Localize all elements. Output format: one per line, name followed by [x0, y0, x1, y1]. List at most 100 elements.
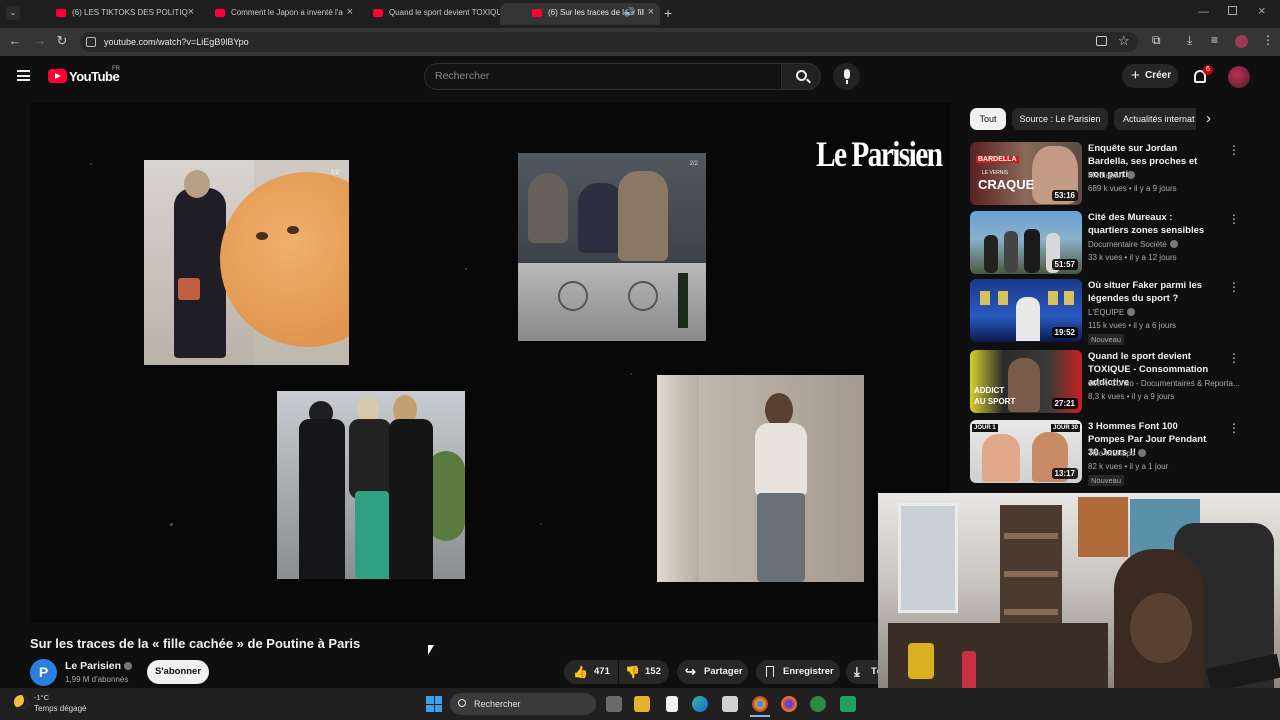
- thumbnail-text: JOUR 1: [972, 424, 998, 432]
- recommendation-meta: 115 k vues • il y a 6 jours: [1088, 321, 1177, 330]
- recommendation-item[interactable]: JOUR 1 JOUR 30 13:17 3 Hommes Font 100 P…: [970, 420, 1250, 486]
- duration-badge: 53:16: [1051, 190, 1078, 201]
- youtube-logo[interactable]: YouTube FR: [48, 66, 128, 86]
- media-control-icon[interactable]: ≡: [1211, 33, 1218, 47]
- recommendation-title[interactable]: Cité des Mureaux : quartiers zones sensi…: [1088, 211, 1213, 237]
- share-icon: ↪: [685, 664, 696, 679]
- video-thumbnail[interactable]: JOUR 1 JOUR 30 13:17: [970, 420, 1082, 483]
- download-button[interactable]: ⤓ Té: [846, 660, 878, 684]
- video-player[interactable]: 1/2 2/2 Le Parisien: [30, 103, 950, 623]
- like-button[interactable]: 👍 471: [564, 660, 618, 684]
- maximize-icon[interactable]: [1228, 6, 1237, 15]
- share-button[interactable]: ↪ Partager: [677, 660, 748, 684]
- chip-source[interactable]: Source : Le Parisien: [1012, 108, 1108, 130]
- firefox-icon[interactable]: [781, 696, 797, 712]
- chip-all[interactable]: Tout: [970, 108, 1006, 130]
- reload-icon[interactable]: ↻: [53, 33, 71, 49]
- video-still-photo-1: 1/2: [144, 160, 349, 365]
- notepad-icon[interactable]: [666, 696, 678, 712]
- task-view-icon[interactable]: [606, 696, 622, 712]
- url-text[interactable]: youtube.com/watch?v=LiEgB9lBYpo: [104, 37, 249, 47]
- recommendation-channel[interactable]: Documentaire Société: [1088, 240, 1178, 249]
- search-button[interactable]: [781, 63, 821, 90]
- channel-name[interactable]: Le Parisien: [65, 660, 133, 672]
- weather-widget[interactable]: -1°C Temps dégagé: [12, 692, 122, 716]
- subscribe-button[interactable]: S'abonner: [147, 660, 209, 684]
- notifications-button[interactable]: 6: [1191, 65, 1213, 87]
- more-options-icon[interactable]: ⋮: [1228, 143, 1240, 157]
- store-icon[interactable]: [722, 696, 738, 712]
- video-thumbnail[interactable]: ADDICT AU SPORT 27:21: [970, 350, 1082, 413]
- create-button[interactable]: + Créer: [1122, 64, 1178, 88]
- recommendation-meta: 689 k vues • il y a 9 jours: [1088, 184, 1177, 193]
- bookmark-star-icon[interactable]: ☆: [1118, 33, 1130, 49]
- video-thumbnail[interactable]: 19:52: [970, 279, 1082, 342]
- dislike-button[interactable]: 👎 152: [619, 660, 669, 684]
- recommendation-item[interactable]: 19:52 Où situer Faker parmi les légendes…: [970, 279, 1250, 345]
- account-avatar[interactable]: [1228, 66, 1250, 88]
- video-thumbnail[interactable]: BARDELLA LE VERNIS CRAQUE 53:16: [970, 142, 1082, 205]
- photo-counter: 1/2: [330, 170, 339, 176]
- forward-icon[interactable]: →: [31, 33, 49, 48]
- search-input[interactable]: Rechercher: [424, 63, 782, 90]
- recommendation-item[interactable]: 51:57 Cité des Mureaux : quartiers zones…: [970, 211, 1250, 275]
- more-options-icon[interactable]: ⋮: [1228, 421, 1240, 435]
- recommendation-channel[interactable]: Tibo InShape: [1088, 449, 1147, 458]
- share-label: Partager: [704, 666, 743, 677]
- extensions-icon[interactable]: ⧉: [1152, 33, 1161, 48]
- more-options-icon[interactable]: ⋮: [1228, 280, 1240, 294]
- voice-search-button[interactable]: [833, 63, 860, 90]
- edge-icon[interactable]: [692, 696, 708, 712]
- install-app-icon[interactable]: [1096, 36, 1107, 46]
- speaker-icon[interactable]: 🔊: [624, 7, 635, 18]
- app-icon[interactable]: [810, 696, 826, 712]
- app-icon[interactable]: [840, 696, 856, 712]
- close-icon[interactable]: ×: [648, 6, 654, 18]
- recommendation-channel[interactable]: 100% Conso - Documentaires & Reporta...: [1088, 379, 1240, 388]
- browser-tab-2[interactable]: Comment le Japon a inventé l'a ×: [183, 3, 359, 25]
- new-tab-button[interactable]: +: [664, 5, 672, 21]
- profile-avatar[interactable]: [1235, 35, 1248, 48]
- browser-menu-icon[interactable]: ⋮: [1262, 33, 1274, 47]
- minimize-icon[interactable]: —: [1198, 6, 1209, 18]
- channel-avatar[interactable]: P: [30, 659, 57, 686]
- chrome-icon[interactable]: [752, 696, 768, 712]
- close-window-icon[interactable]: ×: [1258, 3, 1266, 18]
- browser-tab-1[interactable]: (6) LES TIKTOKS DES POLITIQUE ×: [24, 3, 200, 25]
- mic-icon: [844, 69, 850, 79]
- browser-tab-3[interactable]: Quand le sport devient TOXIQU ×: [341, 3, 517, 25]
- chevron-right-icon[interactable]: ›: [1206, 110, 1211, 127]
- video-still-photo-2: 2/2: [518, 153, 706, 341]
- site-info-icon[interactable]: [86, 37, 96, 47]
- download-label: Té: [871, 666, 878, 677]
- photo-counter: 2/2: [689, 161, 698, 167]
- subscriber-count: 1,99 M d'abonnés: [65, 675, 129, 684]
- tab-search-button[interactable]: ⌄: [6, 6, 20, 20]
- menu-icon[interactable]: [17, 70, 30, 81]
- windows-start-icon[interactable]: [426, 696, 442, 712]
- recommendation-title[interactable]: Où situer Faker parmi les légendes du sp…: [1088, 279, 1213, 305]
- le-parisien-watermark: Le Parisien: [816, 134, 943, 174]
- new-badge: Nouveau: [1088, 475, 1125, 486]
- video-thumbnail[interactable]: 51:57: [970, 211, 1082, 274]
- thumbnail-text: LE VERNIS: [982, 170, 1009, 176]
- save-label: Enregistrer: [783, 666, 834, 677]
- recommendation-channel[interactable]: L'ÉQUIPE: [1088, 308, 1136, 317]
- file-explorer-icon[interactable]: [634, 696, 650, 712]
- downloads-icon[interactable]: ⤓: [1187, 33, 1192, 48]
- taskbar-search-input[interactable]: Rechercher: [450, 693, 596, 715]
- mouse-cursor: [428, 645, 434, 655]
- recommendation-channel[interactable]: Mediapart: [1088, 171, 1135, 180]
- more-options-icon[interactable]: ⋮: [1228, 212, 1240, 226]
- recommendation-item[interactable]: ADDICT AU SPORT 27:21 Quand le sport dev…: [970, 350, 1250, 414]
- dislike-count: 152: [645, 666, 661, 677]
- duration-badge: 51:57: [1051, 259, 1078, 270]
- browser-tab-4-active[interactable]: (6) Sur les traces de la « fille 🔊 ×: [500, 3, 660, 25]
- back-icon[interactable]: ←: [6, 33, 24, 48]
- more-options-icon[interactable]: ⋮: [1228, 351, 1240, 365]
- save-button[interactable]: Enregistrer: [756, 660, 840, 684]
- chip-news[interactable]: Actualités internat: [1114, 108, 1196, 130]
- verified-icon: [1127, 308, 1136, 316]
- recommendation-item[interactable]: BARDELLA LE VERNIS CRAQUE 53:16 Enquête …: [970, 142, 1250, 206]
- verified-icon: [124, 662, 133, 670]
